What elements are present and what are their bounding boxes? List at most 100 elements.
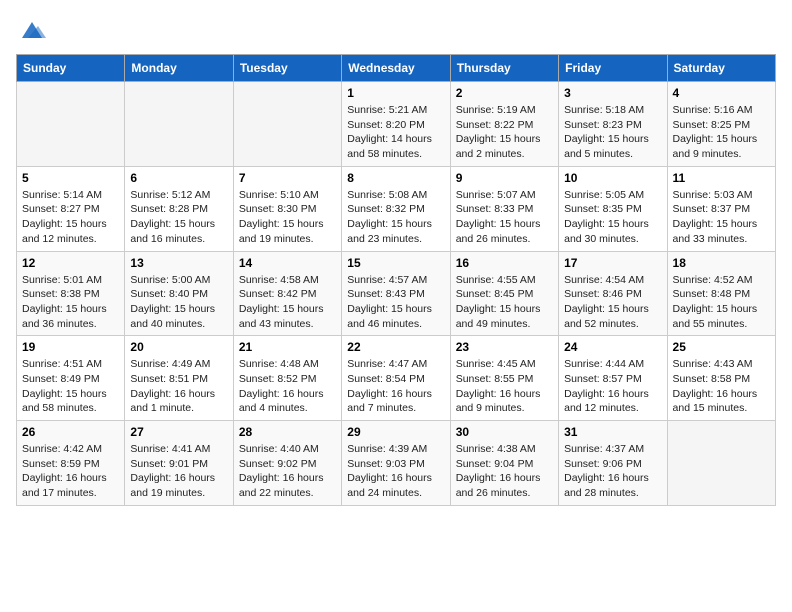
week-row-2: 5 Sunrise: 5:14 AM Sunset: 8:27 PM Daylig… (17, 166, 776, 251)
day-number: 4 (673, 86, 770, 100)
day-cell: 5 Sunrise: 5:14 AM Sunset: 8:27 PM Daylig… (17, 166, 125, 251)
day-cell: 2Sunrise: 5:19 AM Sunset: 8:22 PM Daylig… (450, 82, 558, 167)
day-info: Sunrise: 4:54 AM Sunset: 8:46 PM Dayligh… (564, 273, 661, 332)
day-info: Sunrise: 4:44 AM Sunset: 8:57 PM Dayligh… (564, 357, 661, 416)
week-row-1: 1 Sunrise: 5:21 AM Sunset: 8:20 PM Daylig… (17, 82, 776, 167)
day-info: Sunrise: 4:39 AM Sunset: 9:03 PM Dayligh… (347, 442, 444, 501)
day-info: Sunrise: 5:03 AM Sunset: 8:37 PM Dayligh… (673, 188, 770, 247)
weekday-header-sunday: Sunday (17, 55, 125, 82)
weekday-header-monday: Monday (125, 55, 233, 82)
day-cell: 8 Sunrise: 5:08 AM Sunset: 8:32 PM Daylig… (342, 166, 450, 251)
day-cell: 7 Sunrise: 5:10 AM Sunset: 8:30 PM Daylig… (233, 166, 341, 251)
day-info: Sunrise: 4:43 AM Sunset: 8:58 PM Dayligh… (673, 357, 770, 416)
day-number: 29 (347, 425, 444, 439)
day-cell (17, 82, 125, 167)
day-info: Sunrise: 4:45 AM Sunset: 8:55 PM Dayligh… (456, 357, 553, 416)
day-info: Sunrise: 5:18 AM Sunset: 8:23 PM Dayligh… (564, 103, 661, 162)
day-number: 1 (347, 86, 444, 100)
day-cell: 18 Sunrise: 4:52 AM Sunset: 8:48 PM Dayli… (667, 251, 775, 336)
day-number: 13 (130, 256, 227, 270)
day-info: Sunrise: 5:14 AM Sunset: 8:27 PM Dayligh… (22, 188, 119, 247)
day-cell: 25 Sunrise: 4:43 AM Sunset: 8:58 PM Dayli… (667, 336, 775, 421)
day-number: 28 (239, 425, 336, 439)
day-info: Sunrise: 4:42 AM Sunset: 8:59 PM Dayligh… (22, 442, 119, 501)
day-number: 6 (130, 171, 227, 185)
day-number: 22 (347, 340, 444, 354)
day-cell (667, 421, 775, 506)
day-cell: 17 Sunrise: 4:54 AM Sunset: 8:46 PM Dayli… (559, 251, 667, 336)
weekday-header-thursday: Thursday (450, 55, 558, 82)
day-cell: 30 Sunrise: 4:38 AM Sunset: 9:04 PM Dayli… (450, 421, 558, 506)
day-info: Sunrise: 4:51 AM Sunset: 8:49 PM Dayligh… (22, 357, 119, 416)
day-number: 15 (347, 256, 444, 270)
day-cell: 29 Sunrise: 4:39 AM Sunset: 9:03 PM Dayli… (342, 421, 450, 506)
day-number: 21 (239, 340, 336, 354)
day-number: 9 (456, 171, 553, 185)
day-cell: 13 Sunrise: 5:00 AM Sunset: 8:40 PM Dayli… (125, 251, 233, 336)
day-cell: 14Sunrise: 4:58 AM Sunset: 8:42 PM Dayli… (233, 251, 341, 336)
day-cell: 22 Sunrise: 4:47 AM Sunset: 8:54 PM Dayli… (342, 336, 450, 421)
day-info: Sunrise: 5:01 AM Sunset: 8:38 PM Dayligh… (22, 273, 119, 332)
day-info: Sunrise: 4:57 AM Sunset: 8:43 PM Dayligh… (347, 273, 444, 332)
week-row-3: 12 Sunrise: 5:01 AM Sunset: 8:38 PM Dayli… (17, 251, 776, 336)
day-cell: 3 Sunrise: 5:18 AM Sunset: 8:23 PM Daylig… (559, 82, 667, 167)
day-number: 31 (564, 425, 661, 439)
day-number: 16 (456, 256, 553, 270)
day-cell: 10Sunrise: 5:05 AM Sunset: 8:35 PM Dayli… (559, 166, 667, 251)
day-info: Sunrise: 4:38 AM Sunset: 9:04 PM Dayligh… (456, 442, 553, 501)
day-cell: 6Sunrise: 5:12 AM Sunset: 8:28 PM Daylig… (125, 166, 233, 251)
day-info: Sunrise: 5:00 AM Sunset: 8:40 PM Dayligh… (130, 273, 227, 332)
day-number: 8 (347, 171, 444, 185)
day-cell: 28 Sunrise: 4:40 AM Sunset: 9:02 PM Dayli… (233, 421, 341, 506)
logo (16, 16, 46, 44)
day-number: 26 (22, 425, 119, 439)
calendar-table: SundayMondayTuesdayWednesdayThursdayFrid… (16, 54, 776, 506)
day-cell: 12 Sunrise: 5:01 AM Sunset: 8:38 PM Dayli… (17, 251, 125, 336)
day-number: 25 (673, 340, 770, 354)
page-header (16, 16, 776, 44)
day-cell: 26 Sunrise: 4:42 AM Sunset: 8:59 PM Dayli… (17, 421, 125, 506)
day-number: 19 (22, 340, 119, 354)
week-row-5: 26 Sunrise: 4:42 AM Sunset: 8:59 PM Dayli… (17, 421, 776, 506)
day-number: 12 (22, 256, 119, 270)
day-info: Sunrise: 5:21 AM Sunset: 8:20 PM Dayligh… (347, 103, 444, 162)
day-info: Sunrise: 5:08 AM Sunset: 8:32 PM Dayligh… (347, 188, 444, 247)
day-number: 24 (564, 340, 661, 354)
day-cell (233, 82, 341, 167)
day-info: Sunrise: 4:41 AM Sunset: 9:01 PM Dayligh… (130, 442, 227, 501)
day-number: 10 (564, 171, 661, 185)
day-number: 5 (22, 171, 119, 185)
day-number: 27 (130, 425, 227, 439)
day-info: Sunrise: 5:19 AM Sunset: 8:22 PM Dayligh… (456, 103, 553, 162)
day-cell: 20 Sunrise: 4:49 AM Sunset: 8:51 PM Dayli… (125, 336, 233, 421)
weekday-header-friday: Friday (559, 55, 667, 82)
day-number: 18 (673, 256, 770, 270)
day-cell: 16 Sunrise: 4:55 AM Sunset: 8:45 PM Dayli… (450, 251, 558, 336)
day-cell: 24 Sunrise: 4:44 AM Sunset: 8:57 PM Dayli… (559, 336, 667, 421)
day-info: Sunrise: 4:52 AM Sunset: 8:48 PM Dayligh… (673, 273, 770, 332)
week-row-4: 19 Sunrise: 4:51 AM Sunset: 8:49 PM Dayli… (17, 336, 776, 421)
day-cell: 19 Sunrise: 4:51 AM Sunset: 8:49 PM Dayli… (17, 336, 125, 421)
day-cell: 11Sunrise: 5:03 AM Sunset: 8:37 PM Dayli… (667, 166, 775, 251)
day-number: 7 (239, 171, 336, 185)
day-info: Sunrise: 4:55 AM Sunset: 8:45 PM Dayligh… (456, 273, 553, 332)
day-info: Sunrise: 5:10 AM Sunset: 8:30 PM Dayligh… (239, 188, 336, 247)
day-number: 30 (456, 425, 553, 439)
day-number: 3 (564, 86, 661, 100)
day-info: Sunrise: 4:58 AM Sunset: 8:42 PM Dayligh… (239, 273, 336, 332)
day-info: Sunrise: 4:47 AM Sunset: 8:54 PM Dayligh… (347, 357, 444, 416)
day-cell: 4 Sunrise: 5:16 AM Sunset: 8:25 PM Daylig… (667, 82, 775, 167)
day-cell: 21Sunrise: 4:48 AM Sunset: 8:52 PM Dayli… (233, 336, 341, 421)
weekday-header-saturday: Saturday (667, 55, 775, 82)
day-cell: 23Sunrise: 4:45 AM Sunset: 8:55 PM Dayli… (450, 336, 558, 421)
day-info: Sunrise: 4:49 AM Sunset: 8:51 PM Dayligh… (130, 357, 227, 416)
day-number: 17 (564, 256, 661, 270)
day-cell: 27 Sunrise: 4:41 AM Sunset: 9:01 PM Dayli… (125, 421, 233, 506)
day-info: Sunrise: 4:40 AM Sunset: 9:02 PM Dayligh… (239, 442, 336, 501)
weekday-header-wednesday: Wednesday (342, 55, 450, 82)
weekday-header-tuesday: Tuesday (233, 55, 341, 82)
day-number: 20 (130, 340, 227, 354)
day-cell: 15 Sunrise: 4:57 AM Sunset: 8:43 PM Dayli… (342, 251, 450, 336)
day-info: Sunrise: 5:16 AM Sunset: 8:25 PM Dayligh… (673, 103, 770, 162)
day-info: Sunrise: 4:37 AM Sunset: 9:06 PM Dayligh… (564, 442, 661, 501)
